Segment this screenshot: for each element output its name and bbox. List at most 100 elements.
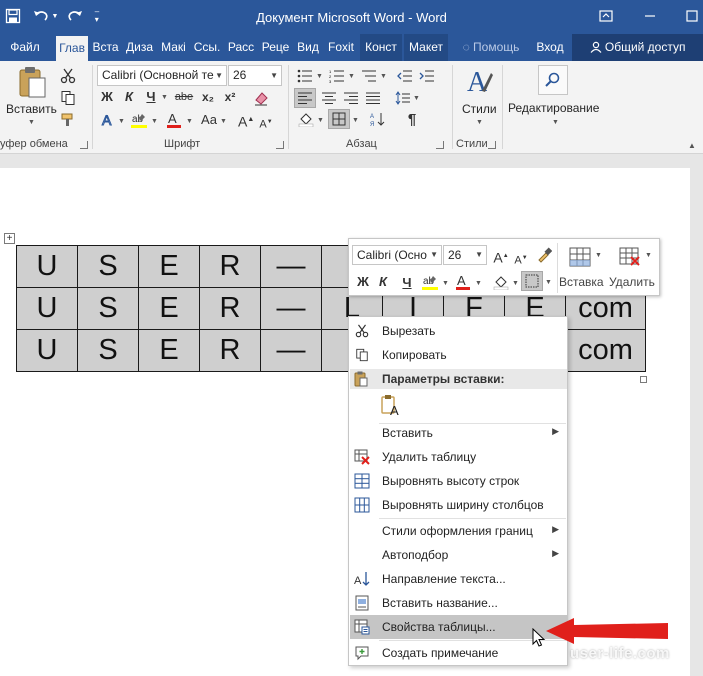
table-cell[interactable]: S [77, 329, 139, 372]
menu-item-delete-table[interactable]: Удалить таблицу [350, 445, 567, 469]
table-resize-handle[interactable] [640, 376, 647, 383]
mini-font-name-combo[interactable]: Calibri (Осно ▼ [352, 245, 442, 265]
bullets-dropdown-icon[interactable]: ▼ [316, 73, 323, 80]
mini-highlight-dropdown-icon[interactable]: ▼ [442, 280, 449, 287]
delete-button-label[interactable]: Удалить [609, 275, 655, 289]
insert-button-label[interactable]: Вставка [559, 275, 604, 289]
insert-dropdown-icon[interactable]: ▼ [595, 252, 602, 259]
shading-dropdown-icon[interactable]: ▼ [317, 117, 324, 124]
styles-icon[interactable]: A [462, 65, 496, 101]
table-cell[interactable]: — [260, 245, 322, 288]
tab-home[interactable]: Глав [56, 36, 88, 61]
styles-button-label[interactable]: Стили [462, 102, 497, 116]
bold-button[interactable]: Ж [98, 87, 116, 107]
decrease-indent-icon[interactable] [396, 67, 414, 85]
tab-table-design[interactable]: Конст [360, 34, 402, 61]
format-painter-icon[interactable] [58, 110, 78, 130]
menu-item-distribute-rows[interactable]: Выровнять высоту строк [350, 469, 567, 493]
mini-underline-icon[interactable]: Ч [397, 271, 417, 293]
paste-keep-text-only-icon[interactable]: A [379, 393, 403, 417]
mini-bold-button[interactable]: Ж [355, 272, 371, 292]
highlight-dropdown-icon[interactable]: ▼ [151, 118, 158, 125]
align-left-icon[interactable] [294, 88, 316, 108]
mini-italic-button[interactable]: К [375, 272, 391, 292]
strikethrough-button[interactable]: abe [172, 87, 196, 107]
underline-dropdown-icon[interactable]: ▼ [161, 94, 168, 101]
delete-table-icon[interactable] [617, 245, 643, 269]
bullets-icon[interactable] [296, 67, 314, 85]
underline-button[interactable]: Ч [142, 87, 160, 107]
align-right-icon[interactable] [340, 88, 362, 108]
paragraph-launcher-icon[interactable] [436, 141, 444, 149]
mini-shrink-font-button[interactable]: A▼ [513, 248, 529, 268]
change-case-dropdown-icon[interactable]: ▼ [220, 118, 227, 125]
menu-item-distribute-columns[interactable]: Выровнять ширину столбцов [350, 493, 567, 517]
table-cell[interactable]: S [77, 287, 139, 330]
mini-shading-dropdown-icon[interactable]: ▼ [512, 280, 519, 287]
tab-layout[interactable]: Макі [158, 34, 189, 61]
tab-mailings[interactable]: Расс [225, 34, 257, 61]
styles-dropdown-icon[interactable]: ▼ [476, 119, 483, 126]
menu-item-text-direction[interactable]: A Направление текста... [350, 567, 567, 591]
text-effects-icon[interactable]: A [98, 110, 118, 130]
table-cell[interactable]: E [138, 245, 200, 288]
line-spacing-dropdown-icon[interactable]: ▼ [413, 95, 420, 102]
tab-design[interactable]: Диза [123, 34, 156, 61]
mini-borders-dropdown-icon[interactable]: ▼ [545, 279, 552, 286]
mini-font-color-dropdown-icon[interactable]: ▼ [475, 280, 482, 287]
multilevel-list-icon[interactable] [360, 67, 378, 85]
borders-icon[interactable] [328, 109, 350, 129]
search-icon[interactable] [538, 65, 568, 95]
mini-font-color-icon[interactable]: A [453, 271, 473, 293]
mini-format-painter-icon[interactable] [535, 246, 553, 264]
share-button[interactable]: Общий доступ [572, 34, 703, 61]
table-cell[interactable]: — [260, 287, 322, 330]
grow-font-button[interactable]: A▲ [238, 110, 254, 130]
menu-item-insert[interactable]: Вставить ▶ [350, 421, 567, 445]
font-color-dropdown-icon[interactable]: ▼ [186, 118, 193, 125]
table-cell[interactable]: S [77, 245, 139, 288]
multilevel-dropdown-icon[interactable]: ▼ [380, 73, 387, 80]
table-cell[interactable]: R [199, 287, 261, 330]
styles-launcher-icon[interactable] [488, 141, 496, 149]
table-cell[interactable]: U [16, 245, 78, 288]
change-case-button[interactable]: Aa [198, 110, 220, 130]
mini-grow-font-button[interactable]: A▲ [493, 246, 509, 266]
text-effects-dropdown-icon[interactable]: ▼ [118, 118, 125, 125]
paste-dropdown-icon[interactable]: ▼ [28, 119, 35, 126]
shading-icon[interactable] [296, 109, 316, 129]
clear-formatting-icon[interactable] [252, 89, 270, 107]
ribbon-display-icon[interactable] [598, 8, 614, 24]
editing-button-label[interactable]: Редактирование [508, 101, 599, 115]
tab-insert[interactable]: Вста [90, 34, 121, 61]
sort-icon[interactable]: AЯ [368, 109, 388, 129]
editing-dropdown-icon[interactable]: ▼ [552, 119, 559, 126]
show-marks-icon[interactable]: ¶ [402, 109, 422, 129]
table-move-handle[interactable]: + [4, 233, 15, 244]
tab-references[interactable]: Ссы. [191, 34, 223, 61]
font-size-combo[interactable]: 26 ▼ [228, 65, 282, 86]
table-cell[interactable]: U [16, 287, 78, 330]
copy-icon[interactable] [58, 88, 78, 108]
font-name-combo[interactable]: Calibri (Основной те ▼ [97, 65, 227, 86]
menu-item-border-styles[interactable]: Стили оформления границ ▶ [350, 519, 567, 543]
table-cell[interactable]: R [199, 245, 261, 288]
subscript-button[interactable]: x₂ [198, 87, 218, 107]
highlight-color-icon[interactable]: ab [128, 109, 150, 131]
table-cell[interactable]: R [199, 329, 261, 372]
menu-item-copy[interactable]: Копировать [350, 343, 567, 367]
mini-shading-icon[interactable] [491, 271, 511, 293]
tab-table-layout[interactable]: Макет [404, 34, 448, 61]
line-spacing-icon[interactable] [392, 88, 412, 108]
font-launcher-icon[interactable] [276, 141, 284, 149]
shrink-font-button[interactable]: A▼ [258, 112, 274, 132]
cut-icon[interactable] [58, 66, 78, 86]
mini-borders-icon[interactable] [521, 271, 543, 291]
tab-review[interactable]: Реце [259, 34, 292, 61]
delete-dropdown-icon[interactable]: ▼ [645, 252, 652, 259]
tab-signin[interactable]: Вход [532, 34, 568, 61]
minimize-icon[interactable] [640, 8, 660, 24]
paste-button-label[interactable]: Вставить [6, 102, 57, 116]
justify-icon[interactable] [362, 88, 384, 108]
align-center-icon[interactable] [318, 88, 340, 108]
